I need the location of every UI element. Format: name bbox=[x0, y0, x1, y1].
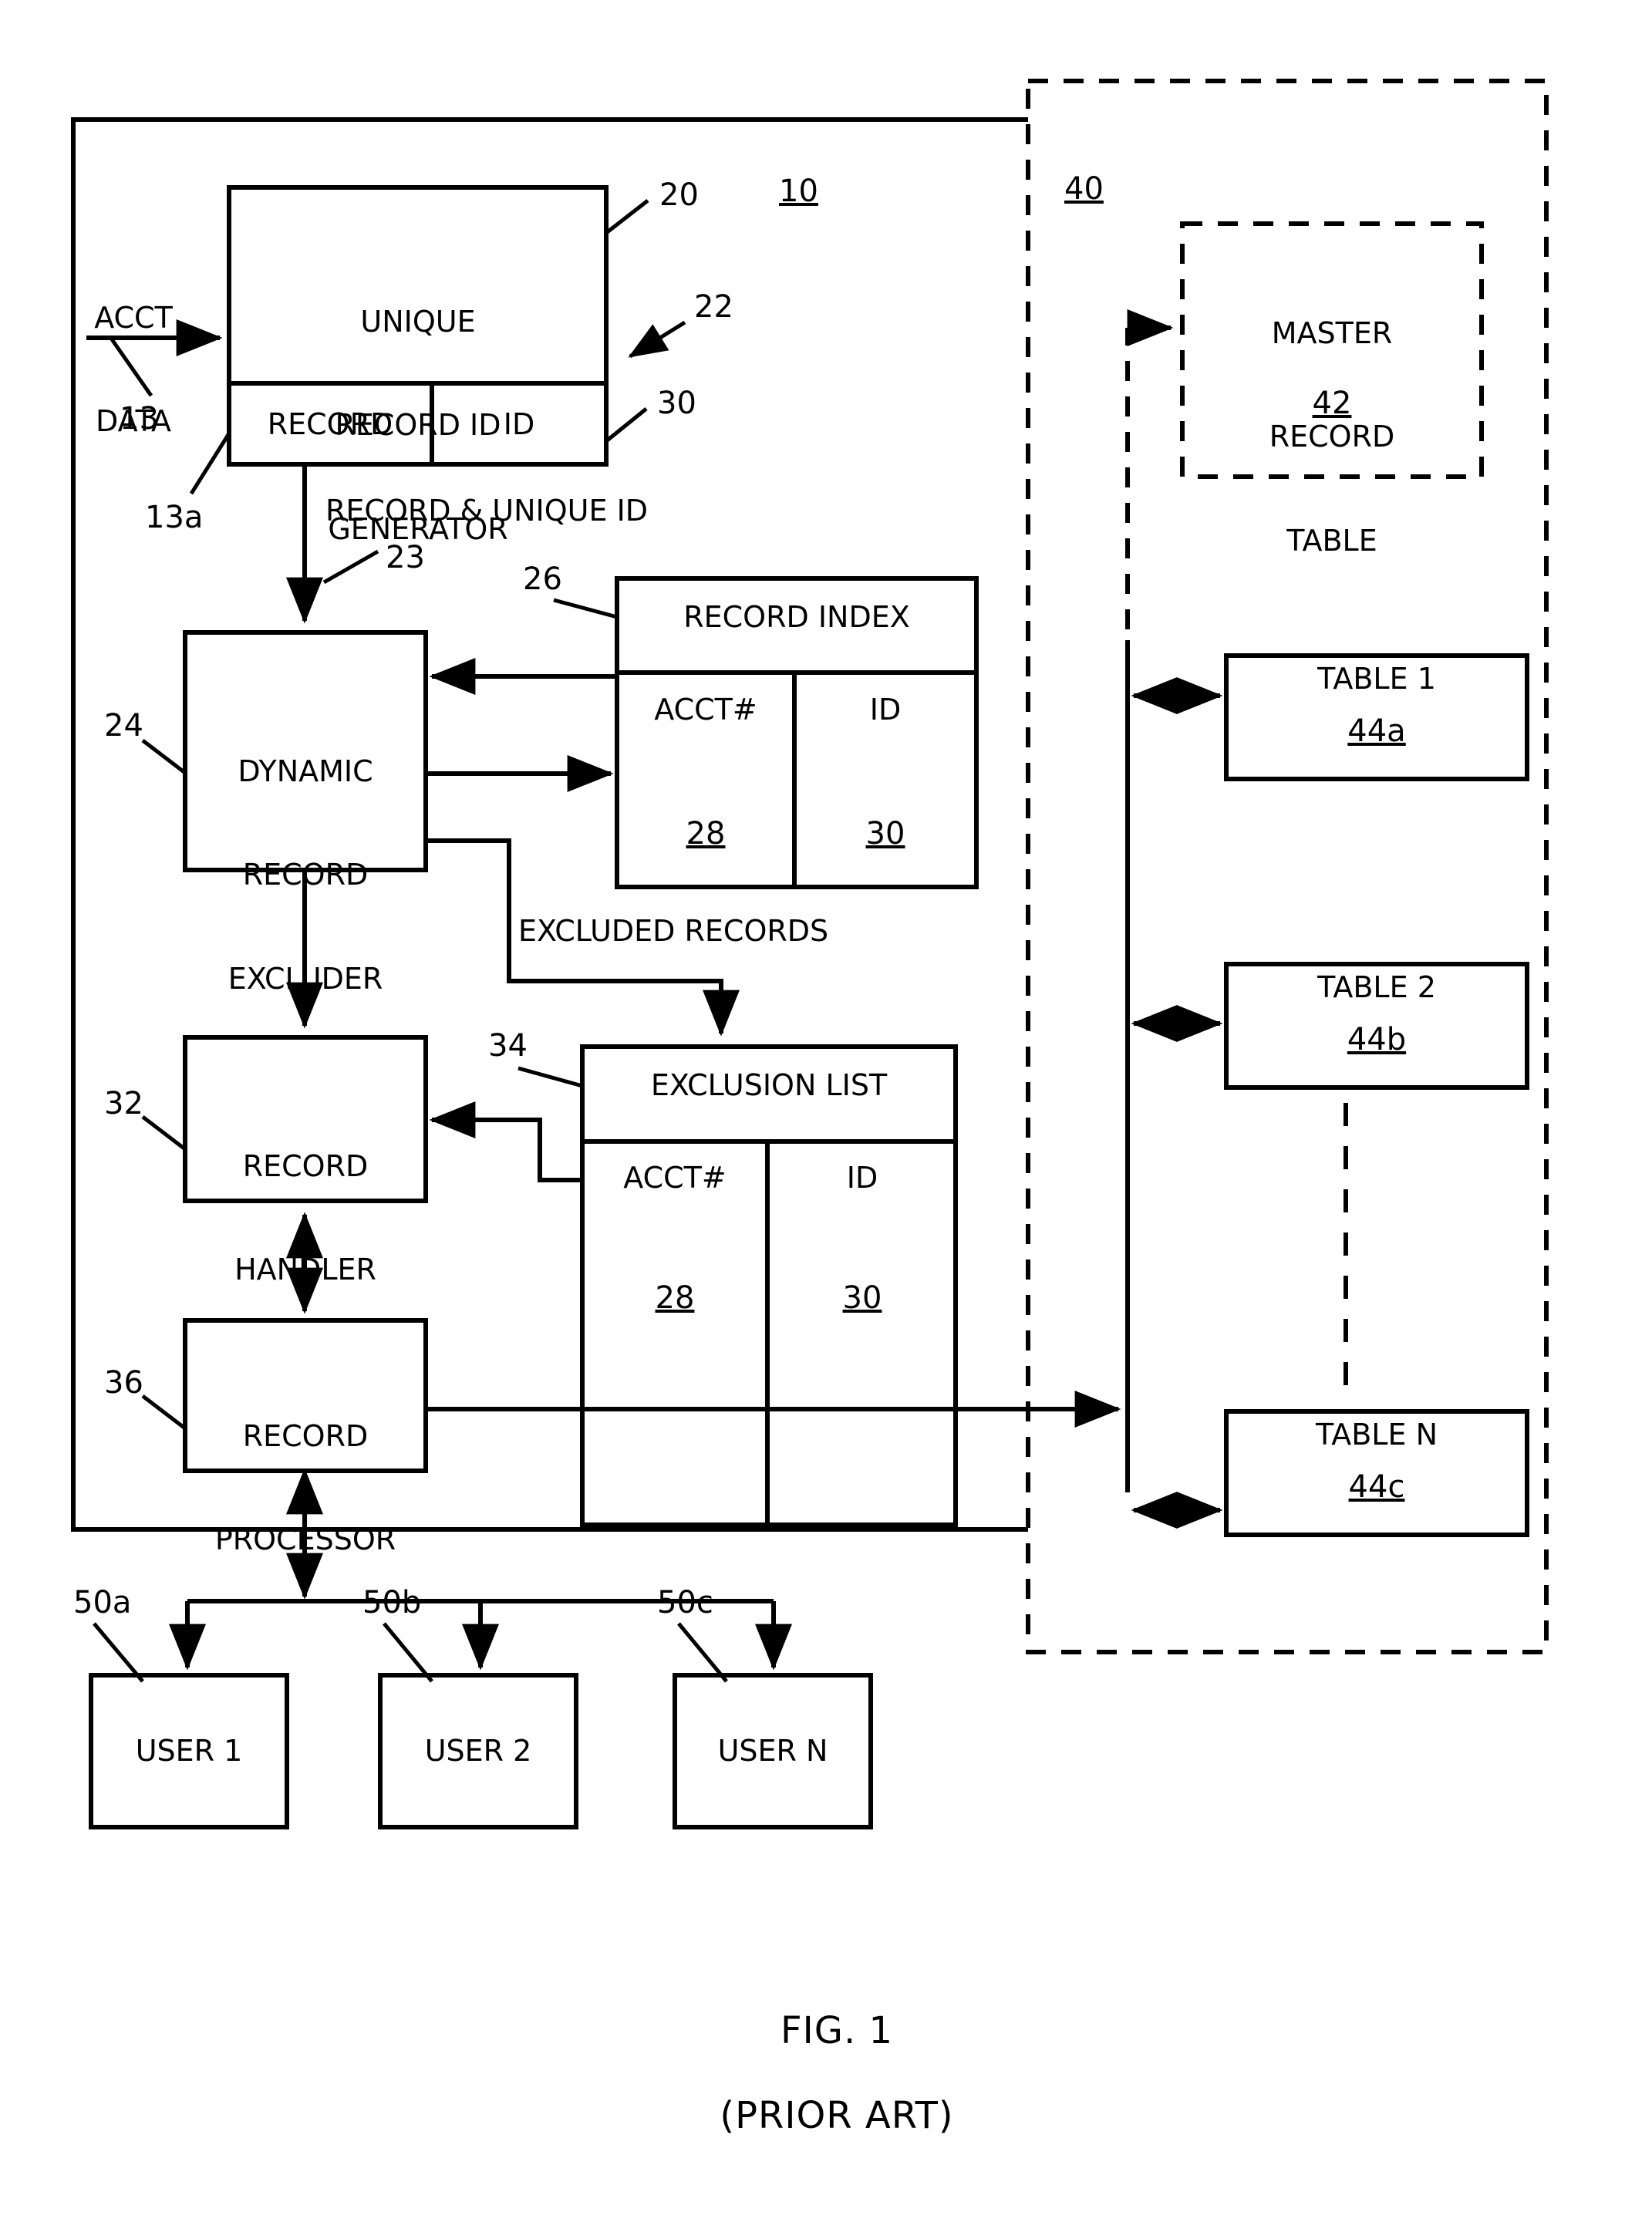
ref-30-generator: 30 bbox=[657, 386, 696, 421]
ref-44a-table-1: 44a bbox=[1347, 713, 1406, 749]
ref-22: 22 bbox=[694, 289, 733, 325]
user-n-label: USER N bbox=[717, 1734, 828, 1768]
ref-36: 36 bbox=[104, 1365, 143, 1401]
record-index-title: RECORD INDEX bbox=[683, 600, 910, 634]
leader-50a bbox=[93, 1622, 144, 1683]
patent-figure-1: ACCT DATA 13 13a 10 UNIQUE RECORD ID GEN… bbox=[0, 0, 1652, 2239]
ref-42-master-record-table: 42 bbox=[1312, 386, 1352, 421]
leader-24 bbox=[141, 739, 187, 774]
flow-label-excluded-records: EXCLUDED RECORDS bbox=[518, 914, 829, 948]
ref-30-exclusion-list: 30 bbox=[842, 1280, 882, 1316]
ref-32: 32 bbox=[104, 1086, 143, 1121]
ref-10-system: 10 bbox=[779, 174, 818, 209]
table-1-label: TABLE 1 bbox=[1317, 662, 1436, 696]
master-record-table-label: MASTER RECORD TABLE bbox=[1269, 315, 1395, 558]
ref-28-exclusion-list: 28 bbox=[655, 1280, 695, 1316]
user-1-label: USER 1 bbox=[135, 1734, 243, 1768]
database-bus bbox=[1125, 309, 1174, 1492]
leader-30-upper bbox=[605, 407, 648, 443]
dynamic-record-excluder-label: DYNAMIC RECORD EXCLUDER bbox=[228, 754, 383, 996]
ref-28-record-index: 28 bbox=[686, 816, 726, 851]
leader-36 bbox=[141, 1394, 187, 1430]
ref-50b: 50b bbox=[362, 1585, 422, 1620]
leader-34 bbox=[518, 1066, 583, 1088]
ref-23: 23 bbox=[386, 540, 425, 575]
ref-40-database: 40 bbox=[1064, 171, 1104, 207]
ref-26: 26 bbox=[523, 561, 562, 597]
ref-20: 20 bbox=[659, 177, 699, 213]
arrow-exclusion-to-handler bbox=[429, 1101, 582, 1182]
leader-50b bbox=[383, 1622, 433, 1683]
ref-24: 24 bbox=[104, 708, 143, 744]
ref-30-record-index: 30 bbox=[865, 816, 905, 851]
ref-44c-table-n: 44c bbox=[1348, 1469, 1405, 1505]
leader-50c bbox=[677, 1622, 728, 1683]
ref-44b-table-2: 44b bbox=[1347, 1022, 1407, 1057]
leader-20 bbox=[605, 199, 649, 234]
acct-data-label: ACCT DATA bbox=[94, 300, 173, 439]
ref-50a: 50a bbox=[73, 1585, 132, 1620]
table-2-label: TABLE 2 bbox=[1317, 970, 1436, 1004]
ref-50c: 50c bbox=[657, 1585, 713, 1620]
record-handler-label: RECORD HANDLER bbox=[234, 1148, 376, 1287]
table-n-label: TABLE N bbox=[1315, 1418, 1438, 1452]
exclusion-list-title: EXCLUSION LIST bbox=[650, 1068, 888, 1102]
exclusion-list-col1-header: ACCT# bbox=[623, 1161, 727, 1195]
generator-cell-id: ID bbox=[503, 407, 535, 441]
record-index-col1-header: ACCT# bbox=[654, 693, 757, 727]
flow-label-record-unique-id: RECORD & UNIQUE ID bbox=[325, 494, 649, 528]
leader-32 bbox=[141, 1115, 187, 1151]
ref-13a: 13a bbox=[145, 500, 204, 535]
ref-34: 34 bbox=[488, 1028, 528, 1064]
exclusion-list-col2-header: ID bbox=[846, 1161, 878, 1195]
ref-13: 13 bbox=[120, 401, 159, 437]
figure-caption-line1: FIG. 1 bbox=[780, 2009, 893, 2052]
generator-cell-record: RECORD bbox=[267, 407, 393, 441]
record-index-col2-header: ID bbox=[869, 693, 902, 727]
user-2-label: USER 2 bbox=[424, 1734, 532, 1768]
figure-caption-line2: (PRIOR ART) bbox=[720, 2094, 954, 2137]
leader-arrow-22 bbox=[628, 320, 686, 359]
